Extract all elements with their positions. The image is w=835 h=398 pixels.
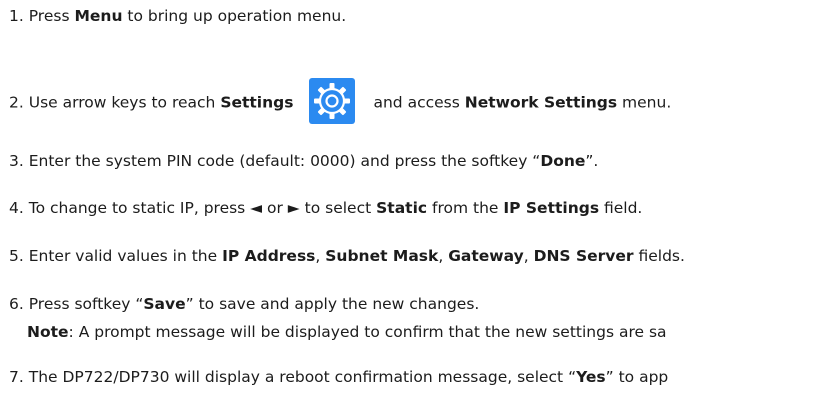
step-number: 5. bbox=[9, 247, 24, 265]
network-settings-label: Network Settings bbox=[464, 93, 618, 112]
step-number: 7. bbox=[9, 368, 24, 386]
ip-settings-label: IP Settings bbox=[503, 199, 600, 217]
step-1: 1. Press Menu to bring up operation menu… bbox=[9, 7, 347, 25]
menu-key-label: Menu bbox=[74, 7, 123, 25]
note-label: Note bbox=[27, 323, 69, 341]
step-5: 5. Enter valid values in the IP Address,… bbox=[9, 247, 685, 265]
yes-softkey-label: Yes bbox=[576, 368, 606, 386]
step-3: 3. Enter the system PIN code (default: 0… bbox=[9, 152, 599, 170]
note-text: : A prompt message will be displayed to … bbox=[68, 323, 667, 341]
settings-label: Settings bbox=[220, 93, 294, 112]
gateway-label: Gateway bbox=[448, 247, 524, 265]
ip-address-label: IP Address bbox=[222, 247, 316, 265]
subnet-mask-label: Subnet Mask bbox=[325, 247, 439, 265]
step-number: 3. bbox=[9, 152, 24, 170]
settings-gear-icon bbox=[309, 78, 356, 124]
step-number: 1. bbox=[9, 7, 24, 25]
step-number: 4. bbox=[9, 199, 24, 217]
step-number: 6. bbox=[9, 295, 24, 313]
done-softkey-label: Done bbox=[540, 152, 586, 170]
step-4: 4. To change to static IP, press ◄ or ► … bbox=[9, 199, 643, 217]
step-6-note: Note: A prompt message will be displayed… bbox=[27, 322, 667, 342]
save-softkey-label: Save bbox=[143, 295, 186, 313]
step-2: 2. Use arrow keys to reach Settings and … bbox=[9, 78, 671, 126]
static-label: Static bbox=[376, 199, 428, 217]
step-number: 2. bbox=[9, 93, 24, 112]
step-6: 6. Press softkey “Save” to save and appl… bbox=[9, 295, 480, 313]
dns-server-label: DNS Server bbox=[533, 247, 634, 265]
step-7: 7. The DP722/DP730 will display a reboot… bbox=[9, 368, 669, 386]
